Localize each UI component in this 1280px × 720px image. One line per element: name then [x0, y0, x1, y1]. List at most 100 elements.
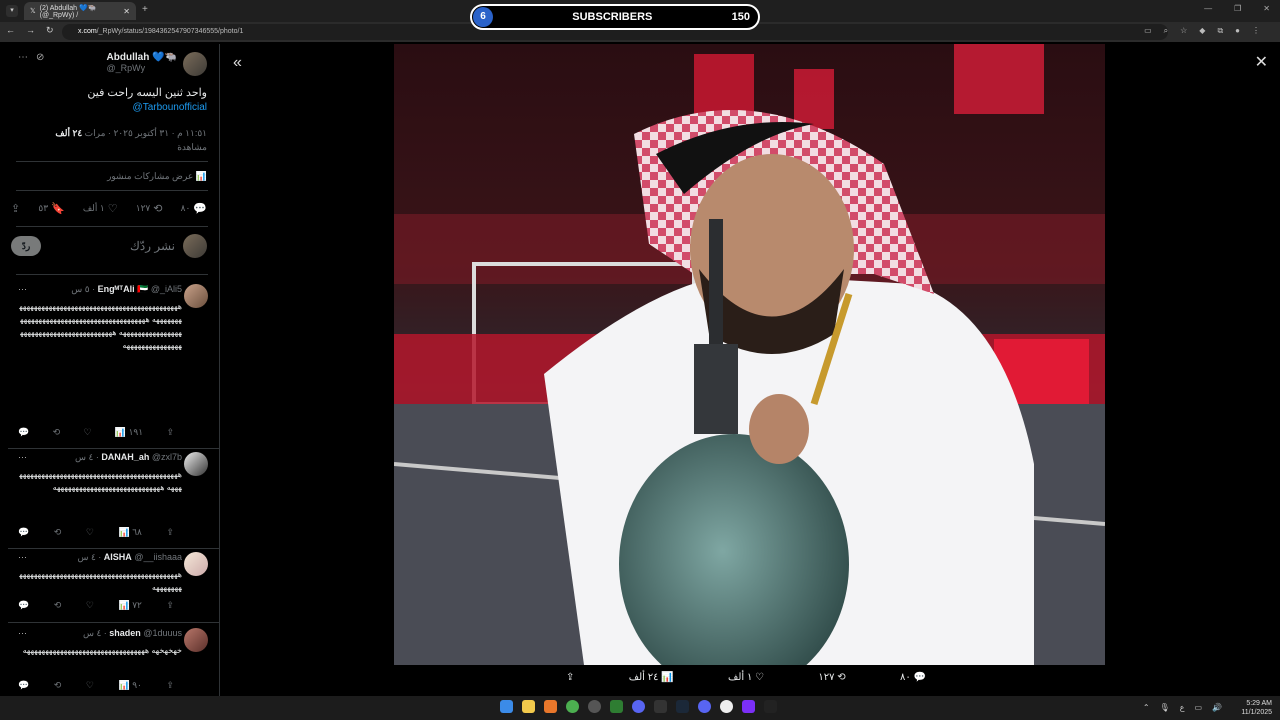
comment-reply-icon[interactable]: 💬 [18, 600, 29, 611]
post-engagements-link[interactable]: 📊 عرض مشاركات منشور [107, 171, 207, 182]
comment-handle[interactable]: @1duuus [143, 628, 182, 638]
mic-icon[interactable]: 🎙 [1160, 703, 1170, 712]
tray-expand-icon[interactable]: ⌃ [1143, 703, 1150, 712]
more-options-icon[interactable]: ⋯ [18, 52, 28, 63]
tab-search-button[interactable]: ▾ [6, 5, 18, 17]
puzzle-icon[interactable]: ⧉ [1217, 26, 1223, 36]
comment-more-icon[interactable]: ⋯ [18, 284, 27, 295]
photo-like-button[interactable]: ♡ ١ ألف [728, 672, 764, 683]
browser-tab-active[interactable]: 𝕏 (2) Abdullah 💙🐃 (@_RpWy) / ✕ [24, 2, 136, 20]
gamepad-icon[interactable] [764, 700, 777, 713]
bookmark-star-icon[interactable]: ☆ [1180, 26, 1187, 36]
comment-avatar[interactable] [184, 552, 208, 576]
start-icon[interactable] [500, 700, 513, 713]
comment-more-icon[interactable]: ⋯ [18, 452, 27, 463]
extension-icon[interactable]: ◆ [1199, 26, 1205, 36]
window-close-icon[interactable]: ✕ [1263, 4, 1270, 13]
comment-item[interactable]: DANAH_ah @zxl7b · ٤ س ⋯ هههههههههههههههه… [8, 452, 219, 552]
comment-repost-icon[interactable]: ⟲ [54, 680, 62, 691]
file-explorer-icon[interactable] [522, 700, 535, 713]
comment-more-icon[interactable]: ⋯ [18, 552, 27, 563]
comment-reply-icon[interactable]: 💬 [18, 527, 29, 538]
steam-icon[interactable] [676, 700, 689, 713]
comment-avatar[interactable] [184, 452, 208, 476]
taskbar-clock[interactable]: 5:29 AM 11/1/2025 [1241, 699, 1272, 717]
post-timestamp[interactable]: ١١:٥١ م · ٣١ أكتوبر ٢٠٢٥ · مرات [85, 128, 207, 138]
comment-time[interactable]: ٤ س [83, 628, 101, 638]
close-viewer-icon[interactable]: ✕ [1255, 52, 1268, 72]
comment-avatar[interactable] [184, 284, 208, 308]
post-mention-link[interactable]: @Tarbounofficial [133, 102, 207, 113]
comment-time[interactable]: ٤ س [75, 452, 93, 462]
comment-views[interactable]: 📊 ٧٢ [118, 600, 141, 611]
gaming-app-icon[interactable] [720, 700, 733, 713]
comment-handle[interactable]: @_iAli5 [151, 284, 182, 294]
comment-handle[interactable]: @__iishaaa [134, 552, 182, 562]
reply-input[interactable]: نشر ردّك [49, 239, 175, 253]
reply-button[interactable]: 💬 ٨٠ [181, 202, 207, 215]
comment-like-icon[interactable]: ♡ [86, 680, 94, 691]
comment-views[interactable]: 📊 ٩٠ [118, 680, 141, 691]
reply-submit-button[interactable]: ردّ [11, 236, 41, 256]
kick-icon[interactable] [742, 700, 755, 713]
author-avatar[interactable] [183, 52, 207, 76]
comment-author[interactable]: AISHA [104, 552, 132, 562]
discord-alt-icon[interactable] [698, 700, 711, 713]
comment-repost-icon[interactable]: ⟲ [54, 527, 62, 538]
photo-repost-button[interactable]: ⟲ ١٢٧ [818, 672, 845, 683]
capcut-icon[interactable] [654, 700, 667, 713]
menu-icon[interactable]: ⋮ [1252, 26, 1260, 36]
tab-close-icon[interactable]: ✕ [123, 7, 130, 16]
comment-item[interactable]: EngᴹᵀAli 🇦🇪 @_iAli5 · ٥ س ⋯ هههههههههههه… [8, 284, 219, 454]
photo-share-icon[interactable]: ⇪ [566, 672, 574, 683]
language-indicator[interactable]: ع [1180, 703, 1185, 712]
comment-share-icon[interactable]: ⇪ [166, 527, 174, 538]
repost-button[interactable]: ⟲ ١٢٧ [136, 202, 163, 215]
new-tab-button[interactable]: + [142, 4, 148, 15]
profile-icon[interactable]: ● [1235, 26, 1240, 36]
collapse-sidebar-icon[interactable]: « [233, 54, 242, 72]
comment-like-icon[interactable]: ♡ [83, 427, 91, 438]
post-photo[interactable] [394, 44, 1105, 665]
comment-author[interactable]: EngᴹᵀAli 🇦🇪 [98, 284, 149, 294]
restore-icon[interactable]: ❐ [1234, 4, 1241, 13]
comment-views[interactable]: 📊 ١٩١ [115, 427, 143, 438]
obs-icon[interactable] [588, 700, 601, 713]
comment-handle[interactable]: @zxl7b [152, 452, 182, 462]
photo-reply-button[interactable]: 💬 ٨٠ [900, 672, 926, 683]
my-avatar[interactable] [183, 234, 207, 258]
comment-reply-icon[interactable]: 💬 [18, 680, 29, 691]
comment-avatar[interactable] [184, 628, 208, 652]
comment-more-icon[interactable]: ⋯ [18, 628, 27, 639]
back-icon[interactable]: ← [6, 25, 15, 36]
share-button[interactable]: ⇪ [11, 202, 20, 215]
comment-views[interactable]: 📊 ٦٨ [118, 527, 141, 538]
reload-icon[interactable]: ↻ [46, 25, 54, 36]
comment-item[interactable]: AISHA @__iishaaa · ٤ س ⋯ ههههههههههههههه… [8, 552, 219, 628]
comment-author[interactable]: DANAH_ah [101, 452, 149, 462]
comment-like-icon[interactable]: ♡ [86, 600, 94, 611]
author-name[interactable]: Abdullah 💙🐃 [107, 52, 177, 63]
comment-item[interactable]: shaden @1duuus · ٤ س ⋯ خهخهخهه ههههههههه… [8, 628, 214, 696]
author-handle[interactable]: @_RpWy [107, 63, 177, 73]
bookmark-button[interactable]: 🔖 ٥٣ [38, 202, 64, 215]
comment-like-icon[interactable]: ♡ [86, 527, 94, 538]
comment-time[interactable]: ٤ س [77, 552, 95, 562]
install-icon[interactable]: ▭ [1144, 26, 1152, 36]
comment-reply-icon[interactable]: 💬 [18, 427, 29, 438]
forward-icon[interactable]: → [26, 25, 35, 36]
grok-icon[interactable]: ⊘ [36, 52, 44, 63]
comment-share-icon[interactable]: ⇪ [166, 680, 174, 691]
comment-author[interactable]: shaden [109, 628, 141, 638]
photo-views-button[interactable]: 📊 ٢٤ ألف [629, 672, 674, 683]
network-icon[interactable]: ▭ [1194, 703, 1202, 712]
like-button[interactable]: ♡ ١ ألف [83, 202, 118, 215]
comment-repost-icon[interactable]: ⟲ [53, 427, 61, 438]
zoom-icon[interactable]: ⌕ [1164, 26, 1168, 36]
comment-time[interactable]: ٥ س [71, 284, 89, 294]
volume-icon[interactable]: 🔊 [1212, 703, 1222, 712]
minimize-icon[interactable]: — [1204, 4, 1212, 13]
comment-share-icon[interactable]: ⇪ [166, 600, 174, 611]
app-icon[interactable] [544, 700, 557, 713]
chrome-icon[interactable] [566, 700, 579, 713]
